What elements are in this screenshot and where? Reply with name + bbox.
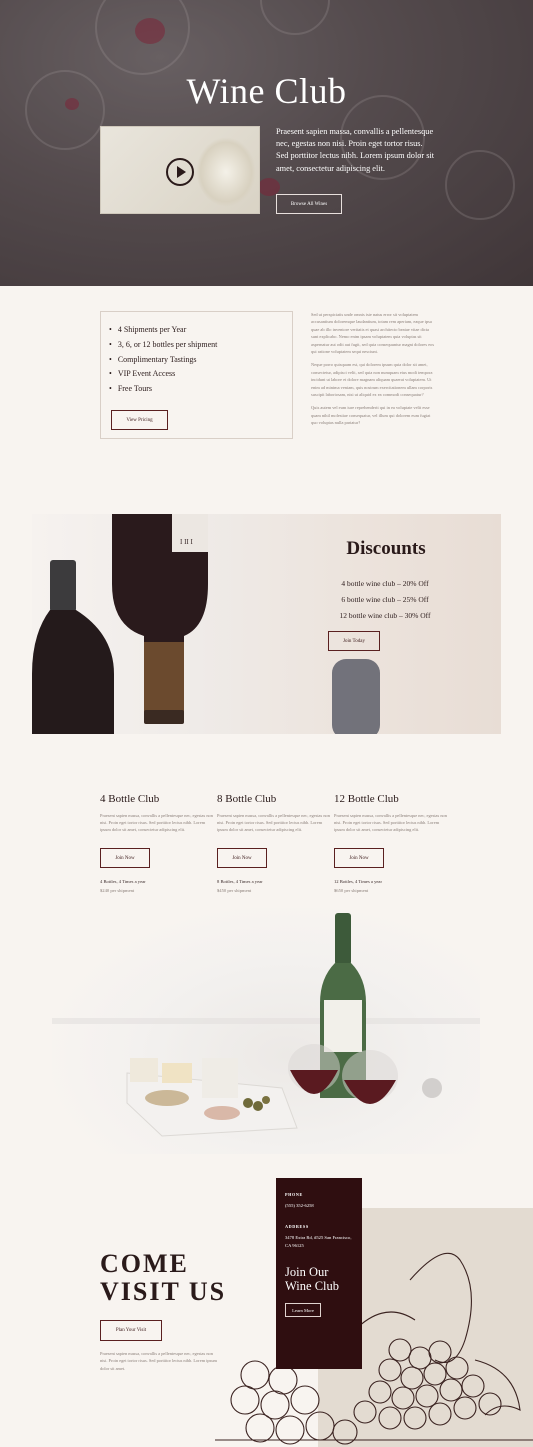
club-frequency: 8 Bottles, 4 Times a year [217, 879, 263, 884]
benefits-card: 4 Shipments per Year 3, 6, or 12 bottles… [100, 311, 293, 439]
discounts-section: I II I Discounts 4 bottle wine club – 20… [32, 514, 501, 734]
club-price: $240 per shipment [100, 888, 135, 893]
wine-cheese-image [52, 908, 480, 1154]
club-title: 4 Bottle Club [100, 793, 160, 805]
discount-line: 4 bottle wine club – 20% Off [341, 579, 429, 588]
paragraph: Sed ut perspiciatis unde omnis iste natu… [311, 312, 435, 355]
club-meta: 12 Bottles, 4 Times a year $650 per ship… [334, 877, 382, 895]
benefits-description: Sed ut perspiciatis unde omnis iste natu… [311, 311, 435, 433]
hero-description: Praesent sapien massa, convallis a pelle… [276, 127, 435, 173]
club-description: Praesent sapien massa, convallis a pelle… [334, 813, 447, 833]
join-club-heading: Join Our Wine Club [285, 1265, 340, 1294]
club-card-12-bottle: 12 Bottle Club Praesent sapien massa, co… [334, 793, 450, 893]
visit-description: Praesent sapien massa, convallis a pelle… [100, 1351, 217, 1371]
list-item: Complimentary Tastings [109, 353, 217, 368]
club-frequency: 4 Bottles, 4 Times a year [100, 879, 146, 884]
svg-text:I II I: I II I [180, 538, 193, 546]
hero-section: Wine Club Praesent sapien massa, convall… [0, 0, 533, 286]
contact-card: PHONE (555) 352-6258 ADDRESS 3478 Extra … [276, 1178, 362, 1369]
join-now-button[interactable]: Join Now [217, 848, 267, 868]
phone-label: PHONE [285, 1192, 303, 1197]
club-price: $450 per shipment [217, 888, 252, 893]
club-frequency: 12 Bottles, 4 Times a year [334, 879, 382, 884]
discount-line: 6 bottle wine club – 25% Off [341, 595, 429, 604]
play-icon[interactable] [166, 158, 194, 186]
list-item: Free Tours [109, 382, 217, 397]
club-meta: 8 Bottles, 4 Times a year $450 per shipm… [217, 877, 263, 895]
join-today-button[interactable]: Join Today [328, 631, 380, 651]
paragraph: Neque porro quisquam est, qui dolorem ip… [311, 362, 433, 398]
discounts-list: 4 bottle wine club – 20% Off 6 bottle wi… [302, 576, 468, 624]
list-item: 4 Shipments per Year [109, 323, 217, 338]
address-label: ADDRESS [285, 1223, 309, 1229]
visit-title-line: VISIT US [100, 1277, 227, 1306]
join-now-button[interactable]: Join Now [334, 848, 384, 868]
club-description: Praesent sapien massa, convallis a pelle… [100, 813, 213, 833]
browse-wines-button[interactable]: Browse All Wines [276, 194, 342, 214]
visit-title-line: COME [100, 1249, 189, 1278]
club-title: 12 Bottle Club [334, 793, 399, 805]
list-item: VIP Event Access [109, 367, 217, 382]
grapes-sketch-illustration [215, 1252, 533, 1445]
discounts-title: Discounts [346, 538, 426, 559]
join-now-button[interactable]: Join Now [100, 848, 150, 868]
address-value: 3478 Extra Rd, #525 San Francisco, CA 96… [285, 1234, 352, 1248]
discount-line: 12 bottle wine club – 30% Off [339, 611, 431, 620]
benefits-list: 4 Shipments per Year 3, 6, or 12 bottles… [109, 323, 218, 397]
club-price: $650 per shipment [334, 888, 369, 893]
learn-more-button[interactable]: Learn More [285, 1303, 321, 1318]
club-card-8-bottle: 8 Bottle Club Praesent sapien massa, con… [217, 793, 333, 893]
visit-title: COME VISIT US [100, 1250, 226, 1306]
club-description: Praesent sapien massa, convallis a pelle… [217, 813, 330, 833]
plan-visit-button[interactable]: Plan Your Visit [100, 1320, 162, 1341]
view-pricing-button[interactable]: View Pricing [111, 410, 168, 430]
paragraph: Quis autem vel eum iure reprehenderit qu… [311, 405, 431, 426]
phone-value[interactable]: (555) 352-6258 [285, 1202, 353, 1210]
wine-pour-image [196, 137, 256, 207]
hero-overlay [0, 0, 533, 286]
club-title: 8 Bottle Club [217, 793, 277, 805]
page-title: Wine Club [186, 71, 347, 111]
list-item: 3, 6, or 12 bottles per shipment [109, 338, 218, 353]
video-player[interactable] [100, 126, 260, 214]
club-card-4-bottle: 4 Bottle Club Praesent sapien massa, con… [100, 793, 216, 893]
club-meta: 4 Bottles, 4 Times a year $240 per shipm… [100, 877, 146, 895]
